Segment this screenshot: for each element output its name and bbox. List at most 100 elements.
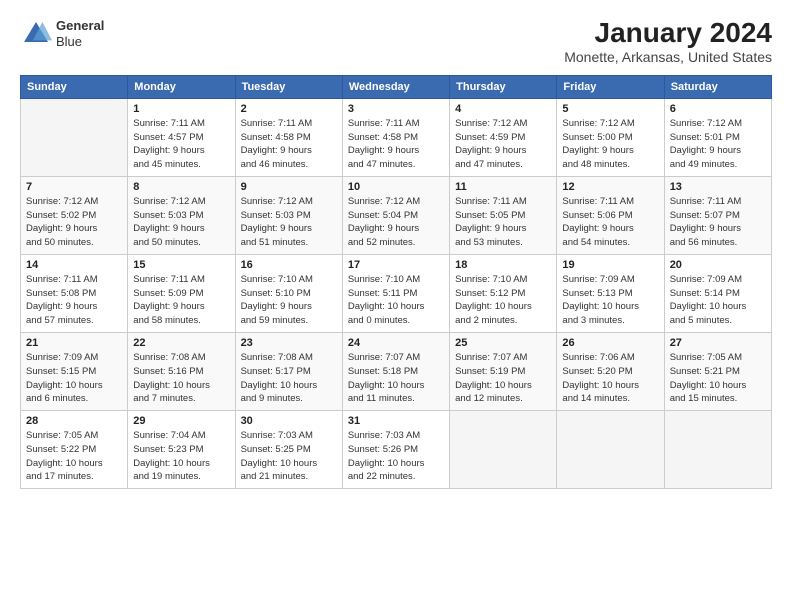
calendar-week-3: 14 Sunrise: 7:11 AMSunset: 5:08 PMDayligh… [21,254,772,332]
weekday-header-saturday: Saturday [664,75,771,98]
day-number: 3 [348,103,444,115]
day-info: Sunrise: 7:10 AMSunset: 5:11 PMDaylight:… [348,273,444,328]
calendar-cell: 24 Sunrise: 7:07 AMSunset: 5:18 PMDayligh… [342,332,449,410]
day-info: Sunrise: 7:11 AMSunset: 4:58 PMDaylight:… [241,117,337,172]
calendar-cell: 9 Sunrise: 7:12 AMSunset: 5:03 PMDaylight… [235,176,342,254]
day-number: 13 [670,181,766,193]
day-number: 27 [670,337,766,349]
day-number: 2 [241,103,337,115]
calendar-cell [450,411,557,489]
day-number: 6 [670,103,766,115]
day-info: Sunrise: 7:07 AMSunset: 5:19 PMDaylight:… [455,351,551,406]
calendar-cell: 13 Sunrise: 7:11 AMSunset: 5:07 PMDayligh… [664,176,771,254]
day-number: 12 [562,181,658,193]
day-number: 5 [562,103,658,115]
day-number: 29 [133,415,229,427]
day-info: Sunrise: 7:06 AMSunset: 5:20 PMDaylight:… [562,351,658,406]
calendar-cell [21,98,128,176]
calendar-cell: 10 Sunrise: 7:12 AMSunset: 5:04 PMDayligh… [342,176,449,254]
header: General Blue January 2024 Monette, Arkan… [20,18,772,65]
day-number: 17 [348,259,444,271]
day-number: 14 [26,259,122,271]
calendar-cell: 11Sunrise: 7:11 AMSunset: 5:05 PMDayligh… [450,176,557,254]
day-number: 26 [562,337,658,349]
calendar-cell: 26 Sunrise: 7:06 AMSunset: 5:20 PMDayligh… [557,332,664,410]
day-info: Sunrise: 7:12 AMSunset: 5:03 PMDaylight:… [241,195,337,250]
calendar-week-2: 7Sunrise: 7:12 AMSunset: 5:02 PMDaylight… [21,176,772,254]
calendar-cell: 7Sunrise: 7:12 AMSunset: 5:02 PMDaylight… [21,176,128,254]
logo-icon [20,18,52,50]
calendar-body: 1 Sunrise: 7:11 AMSunset: 4:57 PMDaylight… [21,98,772,488]
calendar-cell: 4Sunrise: 7:12 AMSunset: 4:59 PMDaylight… [450,98,557,176]
day-number: 25 [455,337,551,349]
day-info: Sunrise: 7:08 AMSunset: 5:16 PMDaylight:… [133,351,229,406]
day-number: 24 [348,337,444,349]
calendar-cell: 25 Sunrise: 7:07 AMSunset: 5:19 PMDayligh… [450,332,557,410]
page: General Blue January 2024 Monette, Arkan… [0,0,792,612]
calendar-cell: 2 Sunrise: 7:11 AMSunset: 4:58 PMDaylight… [235,98,342,176]
day-info: Sunrise: 7:09 AMSunset: 5:14 PMDaylight:… [670,273,766,328]
day-number: 30 [241,415,337,427]
day-info: Sunrise: 7:03 AMSunset: 5:25 PMDaylight:… [241,429,337,484]
day-number: 9 [241,181,337,193]
day-info: Sunrise: 7:12 AMSunset: 5:00 PMDaylight:… [562,117,658,172]
calendar-cell: 20Sunrise: 7:09 AMSunset: 5:14 PMDayligh… [664,254,771,332]
day-number: 18 [455,259,551,271]
calendar-cell: 30 Sunrise: 7:03 AMSunset: 5:25 PMDayligh… [235,411,342,489]
calendar-cell [557,411,664,489]
calendar-cell: 22 Sunrise: 7:08 AMSunset: 5:16 PMDayligh… [128,332,235,410]
calendar-cell: 23Sunrise: 7:08 AMSunset: 5:17 PMDayligh… [235,332,342,410]
calendar-cell: 21Sunrise: 7:09 AMSunset: 5:15 PMDayligh… [21,332,128,410]
page-subtitle: Monette, Arkansas, United States [564,49,772,65]
day-info: Sunrise: 7:11 AMSunset: 5:09 PMDaylight:… [133,273,229,328]
day-number: 10 [348,181,444,193]
day-info: Sunrise: 7:12 AMSunset: 5:04 PMDaylight:… [348,195,444,250]
calendar-week-1: 1 Sunrise: 7:11 AMSunset: 4:57 PMDaylight… [21,98,772,176]
calendar-cell [664,411,771,489]
calendar-cell: 17 Sunrise: 7:10 AMSunset: 5:11 PMDayligh… [342,254,449,332]
calendar-cell: 3Sunrise: 7:11 AMSunset: 4:58 PMDaylight… [342,98,449,176]
calendar-cell: 8Sunrise: 7:12 AMSunset: 5:03 PMDaylight… [128,176,235,254]
day-info: Sunrise: 7:11 AMSunset: 5:08 PMDaylight:… [26,273,122,328]
day-info: Sunrise: 7:03 AMSunset: 5:26 PMDaylight:… [348,429,444,484]
day-info: Sunrise: 7:05 AMSunset: 5:22 PMDaylight:… [26,429,122,484]
calendar-cell: 5 Sunrise: 7:12 AMSunset: 5:00 PMDaylight… [557,98,664,176]
calendar-week-4: 21Sunrise: 7:09 AMSunset: 5:15 PMDayligh… [21,332,772,410]
day-info: Sunrise: 7:12 AMSunset: 5:01 PMDaylight:… [670,117,766,172]
calendar-header: SundayMondayTuesdayWednesdayThursdayFrid… [21,75,772,98]
day-info: Sunrise: 7:11 AMSunset: 5:05 PMDaylight:… [455,195,551,250]
day-info: Sunrise: 7:10 AMSunset: 5:12 PMDaylight:… [455,273,551,328]
day-info: Sunrise: 7:09 AMSunset: 5:15 PMDaylight:… [26,351,122,406]
weekday-header-monday: Monday [128,75,235,98]
day-number: 22 [133,337,229,349]
weekday-header-sunday: Sunday [21,75,128,98]
day-number: 16 [241,259,337,271]
calendar-cell: 19 Sunrise: 7:09 AMSunset: 5:13 PMDayligh… [557,254,664,332]
day-info: Sunrise: 7:12 AMSunset: 5:03 PMDaylight:… [133,195,229,250]
day-number: 31 [348,415,444,427]
day-number: 1 [133,103,229,115]
calendar-cell: 27Sunrise: 7:05 AMSunset: 5:21 PMDayligh… [664,332,771,410]
day-number: 19 [562,259,658,271]
day-info: Sunrise: 7:09 AMSunset: 5:13 PMDaylight:… [562,273,658,328]
day-info: Sunrise: 7:11 AMSunset: 5:06 PMDaylight:… [562,195,658,250]
calendar-cell: 31 Sunrise: 7:03 AMSunset: 5:26 PMDayligh… [342,411,449,489]
calendar-cell: 6 Sunrise: 7:12 AMSunset: 5:01 PMDaylight… [664,98,771,176]
calendar-cell: 16Sunrise: 7:10 AMSunset: 5:10 PMDayligh… [235,254,342,332]
weekday-header-friday: Friday [557,75,664,98]
day-info: Sunrise: 7:08 AMSunset: 5:17 PMDaylight:… [241,351,337,406]
calendar-cell: 12 Sunrise: 7:11 AMSunset: 5:06 PMDayligh… [557,176,664,254]
weekday-header-tuesday: Tuesday [235,75,342,98]
calendar-cell: 29Sunrise: 7:04 AMSunset: 5:23 PMDayligh… [128,411,235,489]
day-info: Sunrise: 7:11 AMSunset: 4:57 PMDaylight:… [133,117,229,172]
day-info: Sunrise: 7:12 AMSunset: 5:02 PMDaylight:… [26,195,122,250]
weekday-header-thursday: Thursday [450,75,557,98]
calendar-cell: 14 Sunrise: 7:11 AMSunset: 5:08 PMDayligh… [21,254,128,332]
day-info: Sunrise: 7:07 AMSunset: 5:18 PMDaylight:… [348,351,444,406]
calendar-cell: 18 Sunrise: 7:10 AMSunset: 5:12 PMDayligh… [450,254,557,332]
calendar-cell: 15Sunrise: 7:11 AMSunset: 5:09 PMDayligh… [128,254,235,332]
calendar-week-5: 28Sunrise: 7:05 AMSunset: 5:22 PMDayligh… [21,411,772,489]
calendar-cell: 1 Sunrise: 7:11 AMSunset: 4:57 PMDaylight… [128,98,235,176]
day-info: Sunrise: 7:12 AMSunset: 4:59 PMDaylight:… [455,117,551,172]
day-info: Sunrise: 7:11 AMSunset: 5:07 PMDaylight:… [670,195,766,250]
